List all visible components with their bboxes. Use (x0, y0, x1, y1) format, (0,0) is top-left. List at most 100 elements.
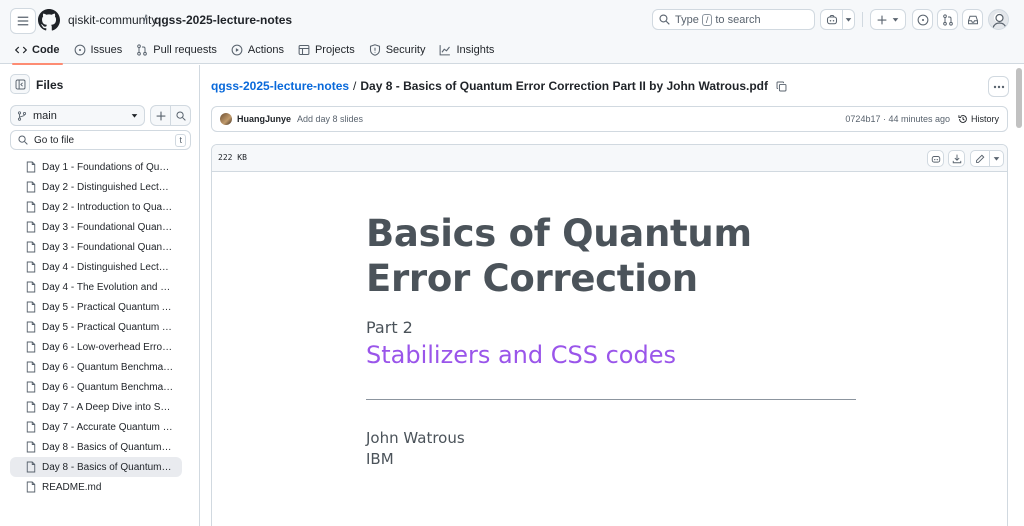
file-tree-sidebar: Files main Go to file t Day 1 - Foundati… (0, 65, 200, 526)
user-avatar[interactable] (988, 9, 1009, 30)
tab-actions[interactable]: Actions (224, 40, 291, 60)
tab-issues-label: Issues (90, 44, 123, 56)
file-icon (26, 261, 36, 273)
chevron-down-icon (993, 155, 1000, 162)
file-tree-item[interactable]: README.md (0, 477, 200, 497)
notifications-button[interactable] (962, 9, 983, 30)
file-tree-item[interactable]: Day 4 - The Evolution and Futur... (0, 277, 200, 297)
tab-insights-label: Insights (456, 44, 495, 56)
pdf-preview[interactable]: Basics of Quantum Error Correction Part … (212, 173, 1007, 526)
file-icon (26, 481, 36, 493)
shield-icon (369, 44, 381, 56)
edit-file-button[interactable] (970, 150, 1004, 167)
search-prefix: Type (675, 13, 699, 26)
file-tree-item[interactable]: Day 4 - Distinguished Lecture b... (0, 257, 200, 277)
tab-projects[interactable]: Projects (291, 40, 362, 60)
chevron-down-icon (131, 112, 138, 119)
search-suffix: to search (715, 13, 761, 26)
file-tree-item[interactable]: Day 8 - Basics of Quantum Erro... (0, 437, 200, 457)
branch-selector[interactable]: main (10, 105, 145, 126)
file-tree-item[interactable]: Day 7 - Accurate Quantum Com... (0, 417, 200, 437)
file-tree-item[interactable]: Day 5 - Practical Quantum Algo... (0, 297, 200, 317)
menu-button[interactable] (10, 8, 36, 34)
file-tree-item-label: Day 8 - Basics of Quantum Erro... (42, 461, 174, 473)
file-tree-item[interactable]: Day 7 - A Deep Dive into Sampl... (0, 397, 200, 417)
file-icon (26, 321, 36, 333)
tab-security-label: Security (385, 44, 426, 56)
go-to-file-shortcut: t (175, 134, 186, 147)
file-tree-item[interactable]: Day 3 - Foundational Quantum ... (0, 237, 200, 257)
path-separator: / (353, 79, 357, 93)
github-logo-icon[interactable] (38, 9, 60, 31)
copilot-button[interactable] (820, 9, 855, 30)
your-pull-requests-button[interactable] (937, 9, 958, 30)
copy-icon[interactable] (776, 81, 787, 92)
file-icon (26, 221, 36, 233)
search-files-button[interactable] (171, 105, 191, 126)
file-icon (26, 361, 36, 373)
history-button[interactable]: History (958, 114, 999, 124)
add-file-button[interactable] (150, 105, 171, 126)
file-tree-item[interactable]: Day 5 - Practical Quantum Tech... (0, 317, 200, 337)
file-tree-item-label: Day 4 - Distinguished Lecture b... (42, 261, 174, 273)
go-to-file-input[interactable]: Go to file t (10, 130, 191, 150)
file-tree-item-label: Day 6 - Low-overhead Error Det... (42, 341, 174, 353)
create-new-button[interactable] (870, 9, 906, 30)
slide-organization: IBM (366, 450, 394, 468)
file-header: 222 KB (212, 145, 1007, 172)
page-scrollbar[interactable] (1016, 68, 1022, 128)
file-tree-item[interactable]: Day 6 - Quantum Benchmarkin... (0, 377, 200, 397)
repo-nav-tabs: Code Issues Pull requests Actions Projec… (0, 40, 501, 65)
file-tree-item[interactable]: Day 1 - Foundations of Quantu... (0, 157, 200, 177)
search-input[interactable]: Type / to search (652, 9, 815, 30)
file-view: qgss-2025-lecture-notes / Day 8 - Basics… (201, 65, 1024, 526)
file-tree-item[interactable]: Day 6 - Low-overhead Error Det... (0, 337, 200, 357)
tab-code[interactable]: Code (8, 40, 67, 65)
collapse-sidebar-button[interactable] (10, 74, 30, 94)
repo-header: qiskit-community / qgss-2025-lecture-not… (0, 0, 1024, 65)
file-tree-item[interactable]: Day 2 - Distinguished Lecture b... (0, 177, 200, 197)
chevron-down-icon (845, 16, 852, 23)
file-icon (26, 281, 36, 293)
author-avatar[interactable] (220, 113, 232, 125)
issue-icon (74, 44, 86, 56)
file-tree-item[interactable]: Day 6 - Quantum Benchmarkin... (0, 357, 200, 377)
download-button[interactable] (948, 150, 965, 167)
breadcrumb-repo[interactable]: qgss-2025-lecture-notes (154, 13, 292, 27)
file-icon (26, 441, 36, 453)
history-label: History (970, 114, 999, 124)
search-shortcut: / (701, 13, 713, 26)
tab-issues[interactable]: Issues (67, 40, 130, 60)
file-tree-item-label: Day 2 - Distinguished Lecture b... (42, 181, 174, 193)
commit-meta[interactable]: 0724b17 · 44 minutes ago (845, 114, 950, 124)
file-tree-item-label: README.md (42, 481, 102, 493)
file-icon (26, 461, 36, 473)
your-issues-button[interactable] (912, 9, 933, 30)
commit-author[interactable]: HuangJunye (237, 114, 291, 124)
file-icon (26, 301, 36, 313)
sidebar-title: Files (36, 78, 64, 92)
file-icon (26, 421, 36, 433)
file-tree-item-label: Day 7 - Accurate Quantum Com... (42, 421, 174, 433)
hamburger-icon (17, 15, 29, 27)
file-tree-item[interactable]: Day 3 - Foundational Quantum ... (0, 217, 200, 237)
tab-insights[interactable]: Insights (432, 40, 501, 60)
file-tree-item[interactable]: Day 8 - Basics of Quantum Erro... (10, 457, 182, 477)
commit-message[interactable]: Add day 8 slides (297, 114, 363, 124)
graph-icon (439, 44, 451, 56)
ask-copilot-button[interactable] (927, 150, 944, 167)
slide-subtitle: Stabilizers and CSS codes (366, 341, 676, 369)
code-icon (15, 44, 27, 56)
file-icon (26, 381, 36, 393)
tab-actions-label: Actions (247, 44, 284, 56)
file-tree-item-label: Day 1 - Foundations of Quantu... (42, 161, 174, 173)
slide-part: Part 2 (366, 318, 413, 337)
tab-pull-requests[interactable]: Pull requests (129, 40, 224, 60)
more-options-button[interactable] (988, 76, 1009, 97)
path-repo-link[interactable]: qgss-2025-lecture-notes (211, 79, 349, 93)
issue-icon (917, 14, 929, 26)
file-tree-item-label: Day 7 - A Deep Dive into Sampl... (42, 401, 174, 413)
file-tree-item[interactable]: Day 2 - Introduction to Quantu... (0, 197, 200, 217)
tab-projects-label: Projects (314, 44, 355, 56)
tab-security[interactable]: Security (362, 40, 433, 60)
